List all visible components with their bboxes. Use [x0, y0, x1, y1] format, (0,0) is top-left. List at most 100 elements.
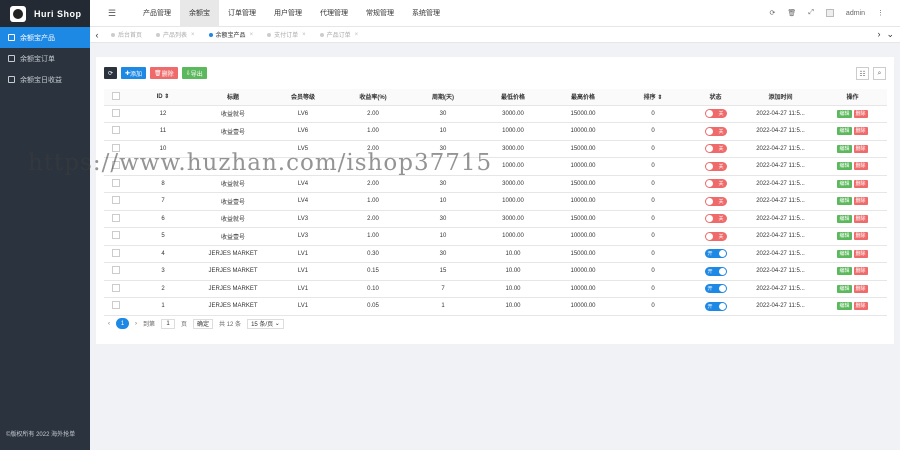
nav-tab-general[interactable]: 常规管理 [357, 0, 403, 27]
status-toggle[interactable]: 关 [704, 144, 727, 154]
page-tab-product-list[interactable]: 产品列表 × [149, 27, 202, 43]
col-header-sort[interactable]: 排序 ⇕ [618, 89, 688, 106]
row-checkbox[interactable] [104, 297, 128, 316]
page-size-select[interactable]: 15 条/页 ⌄ [247, 318, 284, 329]
menu-icon [8, 76, 15, 83]
delete-row-button[interactable]: 删除 [853, 109, 868, 118]
edit-button[interactable]: 编辑 [837, 214, 852, 223]
edit-button[interactable]: 编辑 [837, 179, 852, 188]
delete-button[interactable]: 🗑 删除 [150, 67, 178, 79]
delete-row-button[interactable]: 删除 [853, 284, 868, 293]
row-checkbox[interactable] [104, 140, 128, 158]
clear-cache-icon[interactable]: 🗑 [787, 9, 796, 17]
edit-button[interactable]: 编辑 [837, 162, 852, 171]
page-tab-yuebao-products[interactable]: 余额宝产品 × [202, 27, 261, 43]
nav-tab-products[interactable]: 产品管理 [134, 0, 180, 27]
status-toggle[interactable]: 关 [704, 109, 727, 119]
status-toggle[interactable]: 关 [704, 179, 727, 189]
page-tab-product-orders[interactable]: 产品订单 × [313, 27, 366, 43]
prev-page-icon[interactable]: ‹ [108, 321, 110, 327]
edit-button[interactable]: 编辑 [837, 144, 852, 153]
page-1-button[interactable]: 1 [116, 318, 129, 329]
sidebar-item-yuebao-daily-income[interactable]: 余额宝日收益 [0, 69, 90, 90]
row-checkbox[interactable] [104, 122, 128, 141]
edit-button[interactable]: 编辑 [837, 284, 852, 293]
delete-row-button[interactable]: 删除 [853, 179, 868, 188]
edit-button[interactable]: 编辑 [837, 197, 852, 206]
fullscreen-icon[interactable]: ⤢ [808, 9, 814, 17]
tabs-right-arrow-icon[interactable]: › [877, 29, 880, 40]
columns-toggle-icon[interactable]: ☷ [856, 67, 869, 80]
user-name[interactable]: admin [846, 10, 865, 17]
nav-tab-system[interactable]: 系统管理 [403, 0, 449, 27]
nav-tab-agents[interactable]: 代理管理 [311, 0, 357, 27]
edit-button[interactable]: 编辑 [837, 109, 852, 118]
edit-button[interactable]: 编辑 [837, 267, 852, 276]
row-checkbox[interactable] [104, 105, 128, 123]
refresh-icon[interactable]: ⟳ [770, 9, 776, 17]
tabs-dropdown-icon[interactable]: ⌄ [886, 29, 894, 40]
row-checkbox[interactable] [104, 262, 128, 281]
status-toggle[interactable]: 关 [704, 214, 727, 224]
avatar[interactable] [825, 9, 834, 17]
close-icon[interactable]: × [191, 32, 195, 38]
edit-button[interactable]: 编辑 [837, 302, 852, 311]
goto-page-input[interactable]: 1 [161, 318, 176, 329]
next-page-icon[interactable]: › [135, 321, 137, 327]
cell-status: 关 [688, 140, 743, 158]
logo[interactable]: Huri Shop [0, 0, 90, 27]
goto-confirm-button[interactable]: 确定 [193, 318, 214, 329]
cell-rate: 1.00 [338, 192, 408, 211]
delete-row-button[interactable]: 删除 [853, 144, 868, 153]
page-tab-label: 产品列表 [163, 33, 188, 39]
nav-tab-yuebao[interactable]: 余额宝 [180, 0, 219, 27]
page-tab-payment-orders[interactable]: 支付订单 × [260, 27, 313, 43]
row-checkbox[interactable] [104, 157, 128, 176]
row-checkbox[interactable] [104, 192, 128, 211]
close-icon[interactable]: × [355, 32, 359, 38]
menu-toggle-icon[interactable]: ☰ [90, 8, 134, 19]
delete-row-button[interactable]: 删除 [853, 162, 868, 171]
cell-rate: 2.00 [338, 105, 408, 123]
row-checkbox[interactable] [104, 227, 128, 246]
page-tab-home[interactable]: 后台首页 [104, 27, 149, 43]
delete-row-button[interactable]: 删除 [853, 214, 868, 223]
refresh-button[interactable]: ⟳ [104, 67, 117, 79]
close-icon[interactable]: × [250, 32, 254, 38]
row-checkbox[interactable] [104, 175, 128, 193]
row-checkbox[interactable] [104, 245, 128, 263]
delete-row-button[interactable]: 删除 [853, 197, 868, 206]
export-button[interactable]: ⇩ 导出 [181, 67, 207, 79]
delete-row-button[interactable]: 删除 [853, 249, 868, 258]
status-toggle[interactable]: 关 [704, 126, 727, 136]
status-toggle[interactable]: 关 [704, 161, 727, 171]
status-toggle[interactable]: 开 [704, 301, 727, 311]
status-toggle[interactable]: 开 [704, 284, 727, 294]
status-toggle[interactable]: 开 [704, 249, 727, 259]
status-toggle[interactable]: 开 [704, 266, 727, 276]
search-icon[interactable]: ⌕ [873, 67, 886, 80]
delete-row-button[interactable]: 删除 [853, 267, 868, 276]
menu-icon [8, 34, 15, 41]
status-toggle[interactable]: 关 [704, 231, 727, 241]
status-toggle[interactable]: 关 [704, 196, 727, 206]
delete-row-button[interactable]: 删除 [853, 232, 868, 241]
row-checkbox[interactable] [104, 280, 128, 298]
nav-tab-orders[interactable]: 订单管理 [219, 0, 265, 27]
tabs-left-arrow-icon[interactable]: ‹ [90, 30, 104, 40]
row-checkbox[interactable] [104, 210, 128, 228]
delete-row-button[interactable]: 删除 [853, 302, 868, 311]
nav-tab-users[interactable]: 用户管理 [265, 0, 311, 27]
col-header-id[interactable]: ID ⇕ [128, 89, 198, 106]
add-button[interactable]: ✚ 添加 [121, 67, 147, 79]
cell-sort: 0 [618, 297, 688, 316]
sidebar-item-yuebao-orders[interactable]: 余额宝订单 [0, 48, 90, 69]
close-icon[interactable]: × [302, 32, 306, 38]
more-icon[interactable]: ⋮ [877, 9, 884, 17]
edit-button[interactable]: 编辑 [837, 127, 852, 136]
sidebar-item-yuebao-products[interactable]: 余额宝产品 [0, 27, 90, 48]
select-all-checkbox[interactable] [104, 89, 128, 106]
delete-row-button[interactable]: 删除 [853, 127, 868, 136]
edit-button[interactable]: 编辑 [837, 249, 852, 258]
edit-button[interactable]: 编辑 [837, 232, 852, 241]
